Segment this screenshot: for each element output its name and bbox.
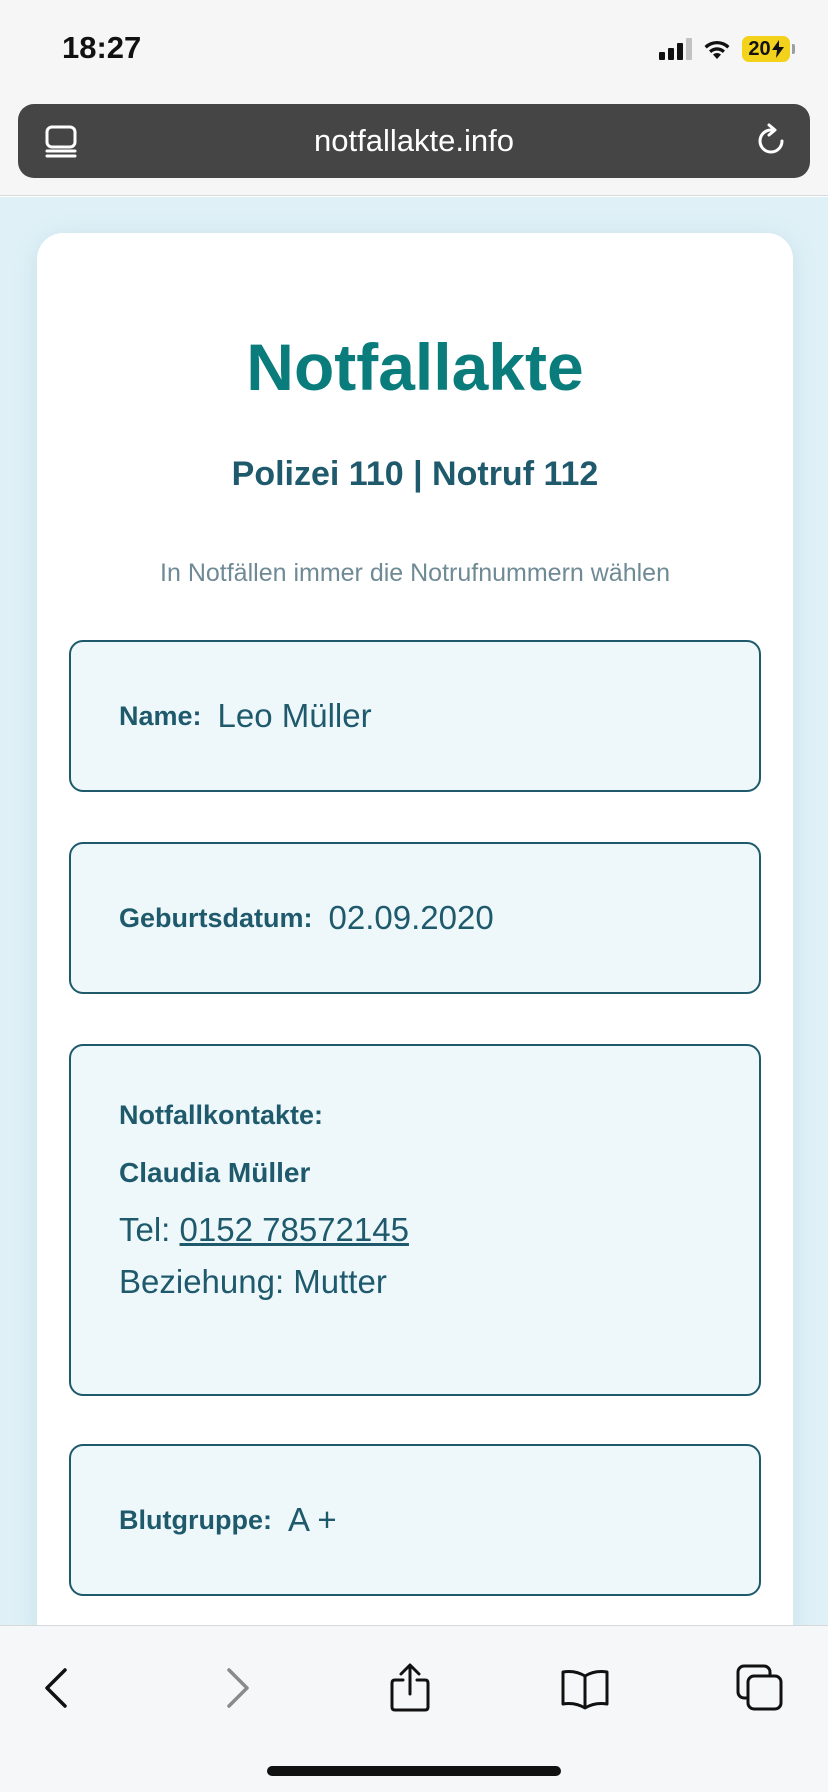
name-value: Leo Müller — [217, 697, 372, 734]
birthdate-label: Geburtsdatum: — [119, 902, 313, 933]
blood-group-value: A + — [287, 1501, 337, 1538]
contacts-label: Notfallkontakte: — [119, 1100, 324, 1130]
web-page: Notfallakte Polizei 110 | Notruf 112 In … — [0, 197, 828, 1653]
page-title: Notfallakte — [246, 330, 584, 404]
back-button[interactable] — [28, 1658, 88, 1718]
url-text[interactable]: notfallakte.info — [314, 123, 514, 159]
reader-icon[interactable] — [42, 122, 80, 160]
emergency-contacts-box: Notfallkontakte: Claudia Müller Tel: 015… — [69, 1044, 761, 1396]
emergency-hint: In Notfällen immer die Notrufnummern wäh… — [160, 559, 670, 587]
address-bar[interactable]: notfallakte.info — [18, 104, 810, 178]
blood-group-box: Blutgruppe: A + — [69, 1444, 761, 1596]
share-button[interactable] — [380, 1658, 440, 1718]
browser-top-bar: 18:27 20 notfallakte.info — [0, 0, 828, 196]
back-icon — [45, 1668, 67, 1708]
status-indicators: 20 — [659, 34, 795, 64]
emergency-numbers: Polizei 110 | Notruf 112 — [231, 455, 599, 493]
forward-button[interactable] — [206, 1658, 266, 1718]
bookmarks-icon — [561, 1670, 609, 1710]
wifi-icon — [704, 40, 730, 59]
battery-level: 20 — [748, 37, 771, 60]
contact-phone-link[interactable]: 0152 78572145 — [180, 1211, 409, 1248]
forward-icon — [227, 1668, 249, 1708]
birthdate-value: 02.09.2020 — [328, 899, 494, 936]
tabs-icon — [736, 1664, 783, 1711]
contact-relation: Beziehung: Mutter — [119, 1263, 387, 1300]
contact-phone-line: Tel: 0152 78572145 — [119, 1211, 759, 1249]
name-box: Name: Leo Müller — [69, 640, 761, 792]
charging-bolt-icon — [771, 40, 784, 58]
reload-icon[interactable] — [752, 122, 790, 160]
record-card: Notfallakte Polizei 110 | Notruf 112 In … — [37, 233, 793, 1653]
blood-group-label: Blutgruppe: — [119, 1504, 272, 1535]
bookmarks-button[interactable] — [555, 1658, 615, 1718]
battery-indicator: 20 — [742, 36, 795, 62]
status-time: 18:27 — [62, 30, 142, 65]
cellular-signal-icon — [659, 38, 692, 60]
home-indicator — [267, 1766, 561, 1776]
birthdate-box: Geburtsdatum: 02.09.2020 — [69, 842, 761, 994]
phone-prefix: Tel: — [119, 1211, 180, 1248]
share-icon — [390, 1663, 430, 1712]
tabs-button[interactable] — [730, 1658, 790, 1718]
contact-name: Claudia Müller — [119, 1157, 311, 1188]
name-label: Name: — [119, 700, 202, 731]
screen: 18:27 20 notfallakte.info Notfallakte Po… — [0, 0, 828, 1792]
